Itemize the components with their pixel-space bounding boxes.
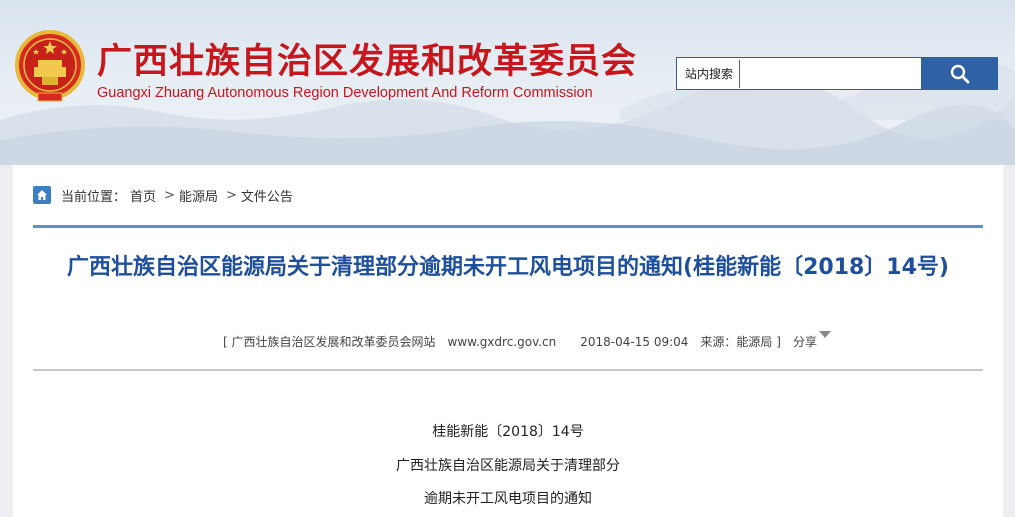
gray-divider	[33, 369, 983, 371]
breadcrumb-energy-link[interactable]: 能源局	[179, 186, 218, 205]
search-icon	[950, 64, 969, 83]
body-heading-line-1: 广西壮族自治区能源局关于清理部分	[396, 458, 620, 474]
search-box: 站内搜索	[676, 57, 922, 90]
site-header: 广西壮族自治区发展和改革委员会 Guangxi Zhuang Autonomou…	[0, 0, 1015, 165]
search-input[interactable]	[739, 59, 917, 88]
body-heading-line-2: 逾期未开工风电项目的通知	[424, 491, 592, 507]
meta-url: www.gxdrc.gov.cn	[447, 334, 557, 349]
breadcrumb-notices-link[interactable]: 文件公告	[241, 186, 293, 205]
blue-divider	[33, 225, 983, 228]
breadcrumb-home-link[interactable]: 首页	[130, 186, 156, 205]
site-title: 广西壮族自治区发展和改革委员会	[97, 42, 638, 82]
home-icon[interactable]	[33, 186, 51, 204]
share-button[interactable]: 分享	[792, 331, 831, 350]
meta-close-bracket: ]	[776, 334, 781, 349]
article-title: 广西壮族自治区能源局关于清理部分逾期未开工风电项目的通知(桂能新能〔2018〕1…	[67, 255, 949, 280]
site-subtitle: Guangxi Zhuang Autonomous Region Develop…	[97, 85, 593, 101]
breadcrumb: 当前位置： 首页 > 能源局 > 文件公告	[33, 185, 297, 205]
article-meta: [ 广西壮族自治区发展和改革委员会网站 www.gxdrc.gov.cn 201…	[223, 331, 831, 350]
share-label: 分享	[792, 335, 817, 349]
share-dropdown-icon	[818, 331, 831, 338]
content-panel: 当前位置： 首页 > 能源局 > 文件公告 广西壮族自治区能源局关于清理部分逾期…	[13, 165, 1003, 517]
national-emblem-icon	[15, 30, 85, 102]
breadcrumb-prefix: 当前位置：	[61, 189, 127, 205]
search-button[interactable]	[921, 57, 998, 90]
document-number: 桂能新能〔2018〕14号	[432, 424, 584, 440]
meta-source: 来源：能源局	[700, 335, 773, 349]
meta-open-bracket: [	[223, 334, 228, 349]
meta-site-name: 广西壮族自治区发展和改革委员会网站	[231, 335, 436, 349]
meta-datetime: 2018-04-15 09:04	[580, 334, 689, 349]
breadcrumb-separator: >	[225, 187, 237, 203]
search-label: 站内搜索	[685, 67, 734, 81]
breadcrumb-separator: >	[164, 187, 175, 203]
